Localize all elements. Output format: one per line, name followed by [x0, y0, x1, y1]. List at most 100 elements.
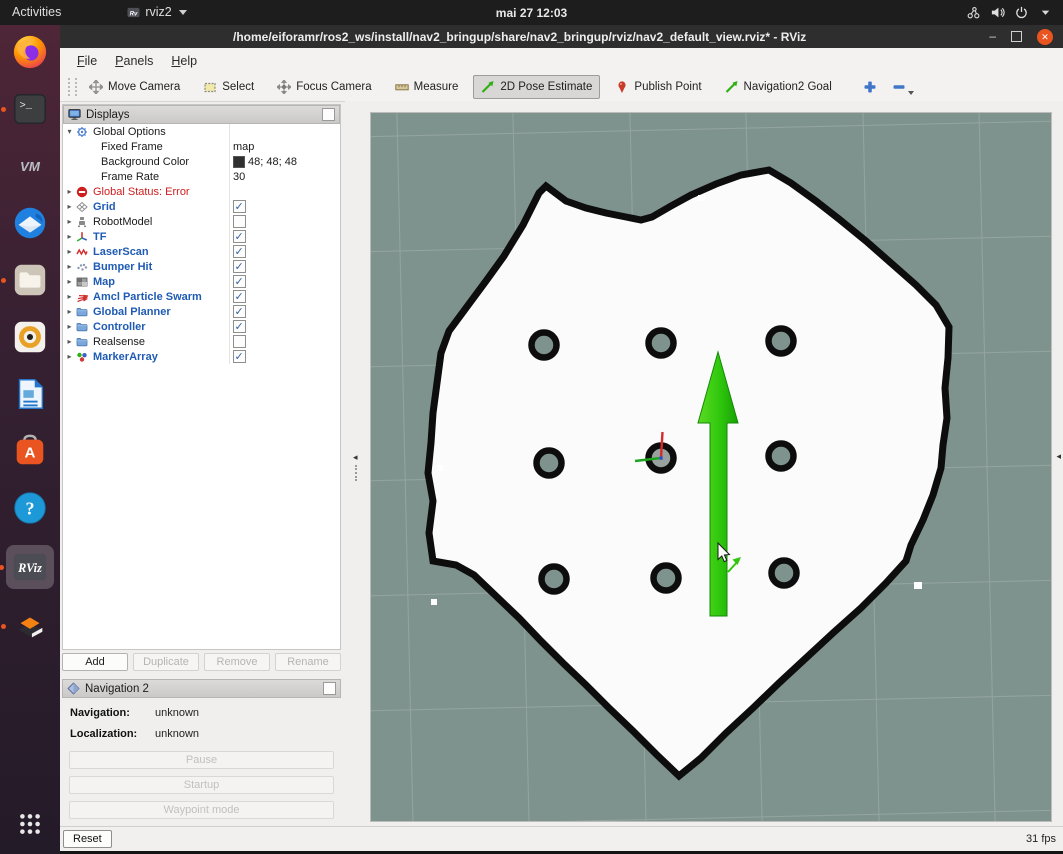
dock-item-ubuntu-software[interactable]: A — [8, 431, 52, 471]
navigation2-goal-tool[interactable]: Navigation2 Goal — [717, 75, 840, 99]
dock-item-rhythmbox[interactable] — [8, 317, 52, 357]
expander-icon[interactable] — [63, 322, 76, 331]
dock-item-help[interactable]: ? — [8, 488, 52, 528]
select-tool[interactable]: Select — [195, 75, 262, 99]
expander-icon[interactable] — [63, 292, 76, 301]
waypoint-mode-button: Waypoint mode — [69, 801, 334, 819]
2d-pose-estimate-tool[interactable]: 2D Pose Estimate — [473, 75, 600, 99]
menu-panels[interactable]: Panels — [106, 51, 162, 71]
fps-counter: 31 fps — [1026, 833, 1056, 845]
connectivity-icon[interactable] — [966, 5, 981, 20]
displays-panel-header[interactable]: Displays — [63, 105, 340, 124]
tree-row-realsense[interactable]: Realsense — [63, 334, 340, 349]
display-enabled-checkbox[interactable] — [233, 275, 246, 288]
display-enabled-checkbox[interactable] — [233, 290, 246, 303]
toolbar-grip[interactable] — [68, 78, 77, 96]
splitter-handle[interactable] — [355, 465, 360, 481]
tree-row-amcl-particle-swarm[interactable]: Amcl Particle Swarm — [63, 289, 340, 304]
power-icon[interactable] — [1014, 5, 1029, 20]
dock-item-rviz[interactable]: RViz — [6, 545, 54, 589]
maximize-icon[interactable] — [1011, 31, 1022, 42]
display-enabled-checkbox[interactable] — [233, 335, 246, 348]
tree-row-value-text[interactable]: 30 — [233, 171, 245, 183]
tree-row-tf[interactable]: TF — [63, 229, 340, 244]
expander-icon[interactable] — [63, 307, 76, 316]
gnome-top-bar: Activities Rv rviz2 mai 27 12:03 — [0, 0, 1063, 25]
dock-item-thunderbird[interactable] — [8, 203, 52, 243]
tree-row-value-text[interactable]: 48; 48; 48 — [248, 156, 297, 168]
tree-row-laserscan[interactable]: LaserScan — [63, 244, 340, 259]
display-enabled-checkbox[interactable] — [233, 215, 246, 228]
tool-dropdown-caret-icon[interactable] — [908, 91, 914, 95]
tree-row-markerarray[interactable]: MarkerArray — [63, 349, 340, 364]
tree-row-background-color[interactable]: Background Color48; 48; 48 — [63, 154, 340, 169]
expander-icon[interactable] — [63, 247, 76, 256]
expander-icon[interactable] — [63, 187, 76, 196]
tool-bar: Move Camera Select Focus Camera Measure2D P… — [60, 73, 1063, 102]
dock-item-libreoffice[interactable] — [8, 374, 52, 414]
clock[interactable]: mai 27 12:03 — [496, 6, 567, 20]
tree-row-robotmodel[interactable]: RobotModel — [63, 214, 340, 229]
tree-row-global-planner[interactable]: Global Planner — [63, 304, 340, 319]
expander-icon[interactable] — [63, 262, 76, 271]
displays-float-checkbox[interactable] — [322, 108, 335, 121]
render-view[interactable] — [370, 112, 1052, 822]
tree-row-frame-rate[interactable]: Frame Rate30 — [63, 169, 340, 184]
reset-button[interactable]: Reset — [63, 830, 112, 848]
display-enabled-checkbox[interactable] — [233, 350, 246, 363]
publish-point-tool[interactable]: Publish Point — [607, 75, 709, 99]
tree-row-controller[interactable]: Controller — [63, 319, 340, 334]
tool-label: Select — [222, 81, 254, 93]
dock-item-app-grid[interactable] — [8, 804, 52, 844]
app-menu[interactable]: Rv rviz2 — [115, 0, 198, 25]
gear-icon — [76, 126, 90, 138]
display-enabled-checkbox[interactable] — [233, 245, 246, 258]
display-enabled-checkbox[interactable] — [233, 320, 246, 333]
navigation2-panel-header[interactable]: Navigation 2 — [62, 679, 341, 698]
splitter-collapse-right[interactable] — [1056, 452, 1061, 461]
expander-icon[interactable] — [63, 127, 76, 136]
dock-item-firefox[interactable] — [8, 32, 52, 72]
plus-icon — [863, 80, 877, 94]
title-bar[interactable]: /home/eiforamr/ros2_ws/install/nav2_brin… — [60, 25, 1063, 48]
tree-row-global-status-error[interactable]: Global Status: Error — [63, 184, 340, 199]
dock-item-gazebo[interactable] — [8, 606, 52, 646]
expander-icon[interactable] — [63, 352, 76, 361]
expander-icon[interactable] — [63, 217, 76, 226]
minimize-icon[interactable]: – — [989, 25, 996, 48]
display-enabled-checkbox[interactable] — [233, 260, 246, 273]
focus-camera-tool[interactable]: Focus Camera — [269, 75, 379, 99]
add-button[interactable]: Add — [62, 653, 128, 671]
display-enabled-checkbox[interactable] — [233, 230, 246, 243]
menu-file[interactable]: File — [68, 51, 106, 71]
dock-item-files[interactable] — [8, 260, 52, 300]
firefox-icon — [11, 33, 49, 71]
tree-row-map[interactable]: Map — [63, 274, 340, 289]
dock-item-terminal[interactable]: >_ — [8, 89, 52, 129]
expander-icon[interactable] — [63, 277, 76, 286]
activities-button[interactable]: Activities — [0, 0, 73, 25]
minus-button[interactable] — [886, 75, 923, 99]
volume-icon[interactable] — [990, 5, 1005, 20]
display-enabled-checkbox[interactable] — [233, 200, 246, 213]
render-view-area — [345, 101, 1063, 827]
navigation2-float-checkbox[interactable] — [323, 682, 336, 695]
tree-row-fixed-frame[interactable]: Fixed Framemap — [63, 139, 340, 154]
expander-icon[interactable] — [63, 232, 76, 241]
plus-button[interactable] — [857, 75, 883, 99]
dock-item-vmware[interactable]: VM — [8, 146, 52, 186]
measure-tool[interactable]: Measure — [387, 75, 467, 99]
tree-row-value-text[interactable]: map — [233, 141, 254, 153]
tree-row-grid[interactable]: Grid — [63, 199, 340, 214]
menu-caret-icon[interactable] — [1038, 5, 1053, 20]
tree-row-global-options[interactable]: Global Options — [63, 124, 340, 139]
nav2-field-label: Navigation: — [70, 707, 155, 719]
menu-help[interactable]: Help — [162, 51, 206, 71]
tree-row-bumper-hit[interactable]: Bumper Hit — [63, 259, 340, 274]
move-camera-tool[interactable]: Move Camera — [81, 75, 188, 99]
expander-icon[interactable] — [63, 202, 76, 211]
display-enabled-checkbox[interactable] — [233, 305, 246, 318]
expander-icon[interactable] — [63, 337, 76, 346]
close-icon[interactable] — [1037, 29, 1053, 45]
splitter-collapse-left[interactable] — [353, 453, 358, 462]
